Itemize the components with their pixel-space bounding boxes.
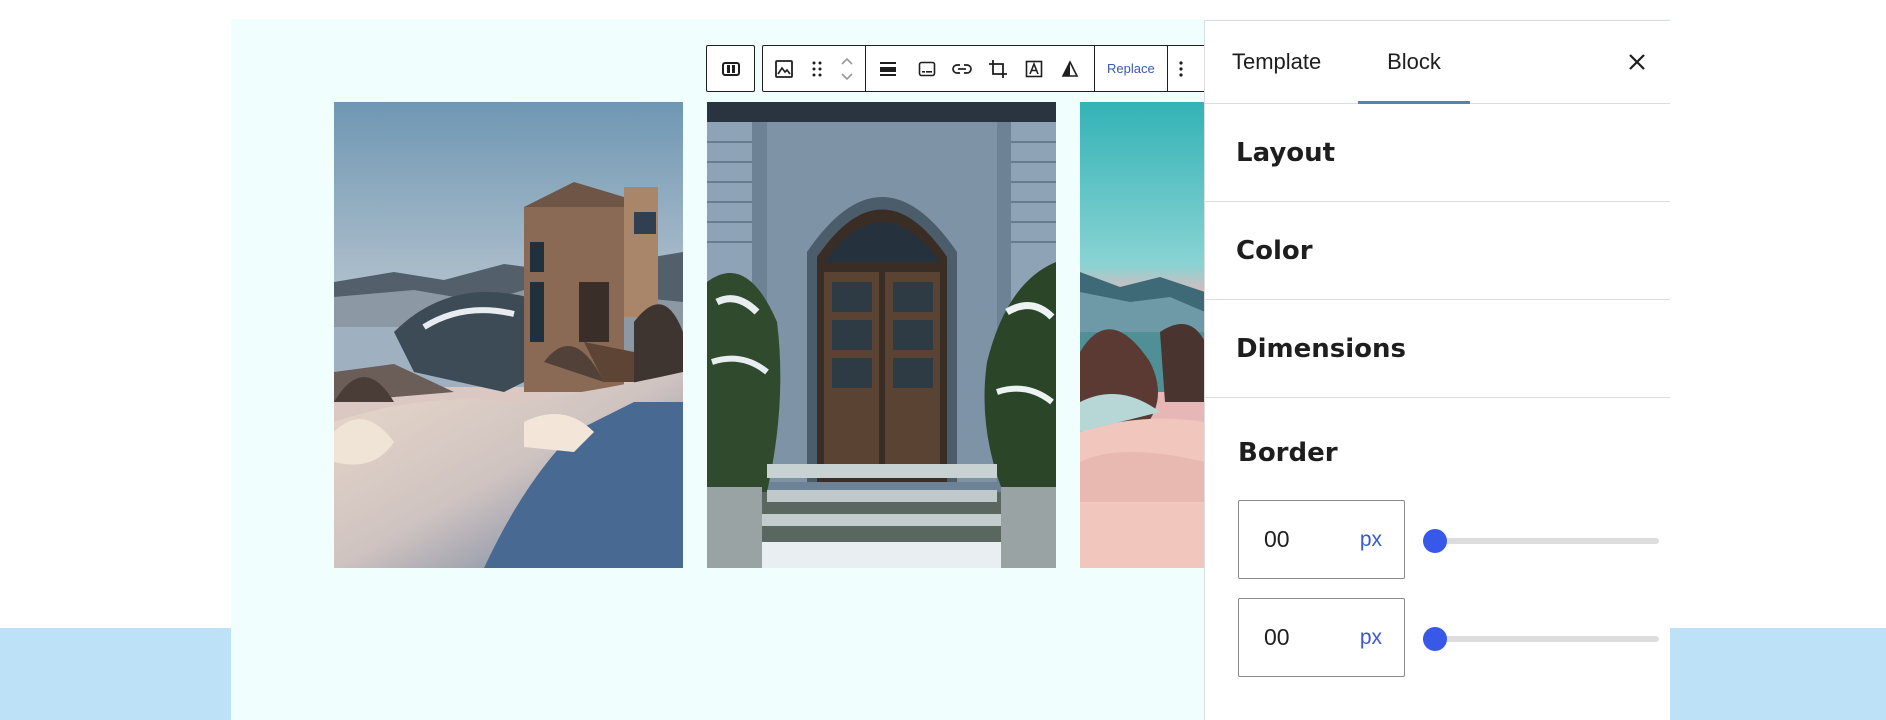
panel-title-color: Color — [1236, 235, 1313, 266]
gallery-image-coast[interactable] — [1080, 102, 1205, 568]
text-overlay-icon[interactable] — [1016, 46, 1052, 91]
link-icon[interactable] — [944, 46, 980, 91]
border-width-slider[interactable] — [1423, 529, 1659, 553]
border-radius-slider[interactable] — [1423, 627, 1659, 651]
panel-title-dimensions: Dimensions — [1236, 333, 1406, 364]
replace-button[interactable]: Replace — [1095, 46, 1167, 91]
close-icon — [1629, 54, 1645, 70]
border-radius-input[interactable]: 00 px — [1238, 598, 1405, 677]
caption-icon[interactable] — [910, 46, 944, 91]
close-sidebar-button[interactable] — [1620, 45, 1654, 79]
slider-thumb[interactable] — [1423, 529, 1447, 553]
tab-template[interactable]: Template — [1232, 21, 1321, 103]
image-icon[interactable] — [763, 46, 805, 91]
settings-sidebar: Template Block Layout Color Dimensions B… — [1204, 20, 1670, 720]
tab-block[interactable]: Block — [1358, 21, 1470, 104]
panel-color[interactable]: Color — [1205, 202, 1670, 300]
crop-icon[interactable] — [980, 46, 1016, 91]
block-type-switcher[interactable] — [706, 45, 755, 92]
move-up-down-icon[interactable] — [829, 46, 865, 91]
panel-dimensions[interactable]: Dimensions — [1205, 300, 1670, 398]
panel-layout[interactable]: Layout — [1205, 104, 1670, 202]
slider-track — [1423, 538, 1659, 544]
slider-track — [1423, 636, 1659, 642]
duotone-icon[interactable] — [1052, 46, 1088, 91]
slider-thumb[interactable] — [1423, 627, 1447, 651]
panel-border: Border 00 px 00 px — [1205, 398, 1670, 720]
border-width-input[interactable]: 00 px — [1238, 500, 1405, 579]
gallery-image-cabin[interactable] — [334, 102, 683, 568]
align-icon[interactable] — [866, 46, 910, 91]
panel-title-layout: Layout — [1236, 137, 1336, 168]
border-width-unit[interactable]: px — [1360, 501, 1382, 578]
gallery-icon[interactable] — [721, 46, 741, 91]
panel-title-border: Border — [1238, 438, 1338, 468]
drag-handle-icon[interactable] — [805, 46, 829, 91]
border-radius-unit[interactable]: px — [1360, 599, 1382, 676]
sidebar-tabs: Template Block — [1205, 21, 1670, 104]
border-radius-value[interactable]: 00 — [1264, 599, 1290, 676]
block-toolbar: Replace — [762, 45, 1206, 92]
border-width-value[interactable]: 00 — [1264, 501, 1290, 578]
gallery-image-doorway[interactable] — [707, 102, 1056, 568]
more-options-icon[interactable] — [1168, 46, 1194, 91]
